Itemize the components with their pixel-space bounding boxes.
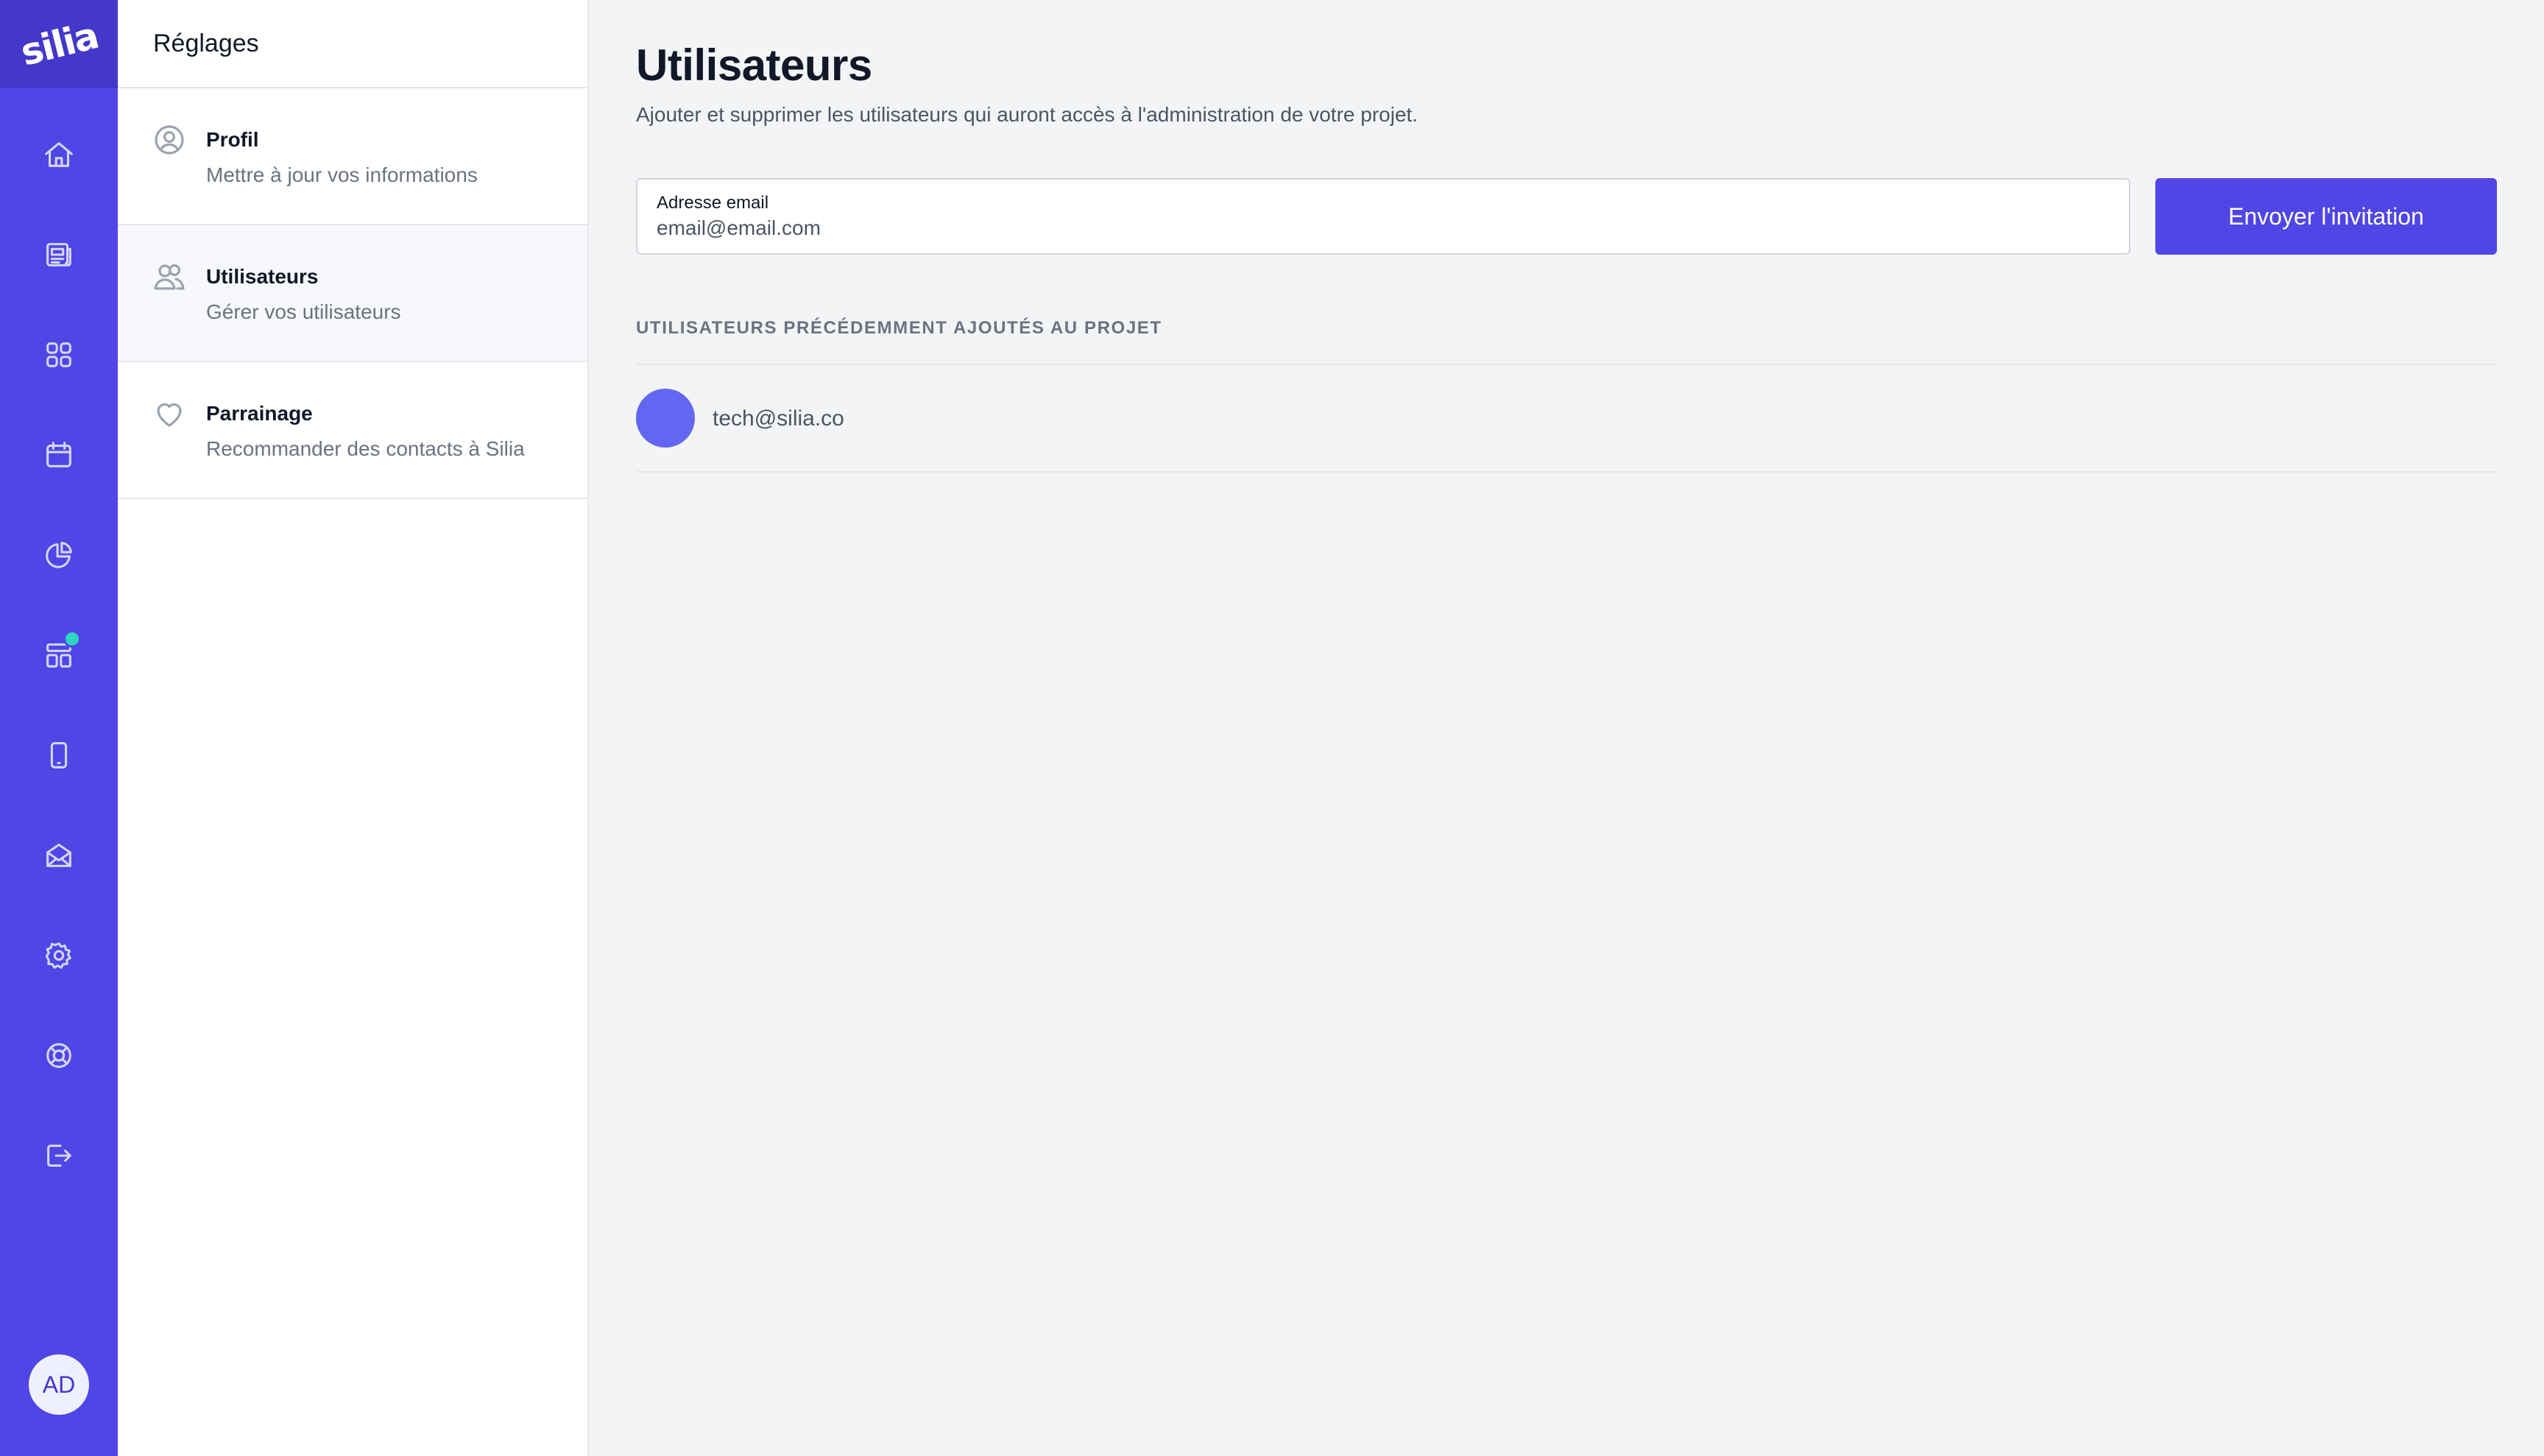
settings-item-subtitle: Gérer vos utilisateurs (206, 300, 401, 323)
mail-open-icon[interactable] (37, 833, 81, 877)
settings-sidebar: Réglages Profil Mettre à jour vos inform… (118, 0, 589, 1456)
users-icon (152, 259, 187, 294)
layout-icon[interactable] (37, 630, 81, 677)
user-email: tech@silia.co (713, 406, 844, 431)
users-section-heading: UTILISATEURS PRÉCÉDEMMENT AJOUTÉS AU PRO… (636, 318, 1162, 338)
grid-icon[interactable] (37, 333, 81, 377)
user-list-item[interactable]: tech@silia.co (636, 365, 2497, 473)
user-list: tech@silia.co (636, 364, 2497, 473)
gear-icon[interactable] (37, 933, 81, 978)
settings-item-utilisateurs[interactable]: Utilisateurs Gérer vos utilisateurs (118, 225, 587, 362)
home-icon[interactable] (37, 132, 81, 177)
settings-item-subtitle: Mettre à jour vos informations (206, 163, 478, 186)
settings-item-profil[interactable]: Profil Mettre à jour vos informations (118, 88, 587, 225)
main-content: Utilisateurs Ajouter et supprimer les ut… (589, 0, 2544, 1456)
settings-item-title: Parrainage (206, 402, 313, 425)
settings-item-title: Profil (206, 128, 259, 151)
user-circle-icon (152, 122, 187, 158)
silia-logo[interactable]: silia (0, 0, 118, 88)
heart-icon (152, 396, 187, 431)
logo-text: silia (16, 14, 102, 74)
email-input[interactable] (657, 216, 2099, 240)
icon-rail: silia AD (0, 0, 118, 1456)
settings-item-subtitle: Recommander des contacts à Silia (206, 437, 525, 460)
send-invitation-button[interactable]: Envoyer l'invitation (2155, 178, 2497, 255)
newspaper-icon[interactable] (37, 233, 81, 277)
user-avatar-initials[interactable]: AD (29, 1354, 89, 1415)
calendar-icon[interactable] (37, 433, 81, 477)
user-avatar (636, 389, 695, 448)
page-description: Ajouter et supprimer les utilisateurs qu… (636, 103, 1418, 126)
settings-item-parrainage[interactable]: Parrainage Recommander des contacts à Si… (118, 362, 587, 499)
email-field-label: Adresse email (657, 193, 769, 213)
logout-icon[interactable] (37, 1134, 81, 1178)
settings-item-title: Utilisateurs (206, 265, 319, 288)
settings-title: Réglages (118, 0, 587, 88)
notification-dot (63, 630, 81, 648)
mobile-icon[interactable] (37, 733, 81, 777)
pie-chart-icon[interactable] (37, 533, 81, 577)
page-title: Utilisateurs (636, 40, 872, 90)
lifebuoy-icon[interactable] (37, 1033, 81, 1078)
email-field[interactable]: Adresse email (636, 178, 2130, 255)
